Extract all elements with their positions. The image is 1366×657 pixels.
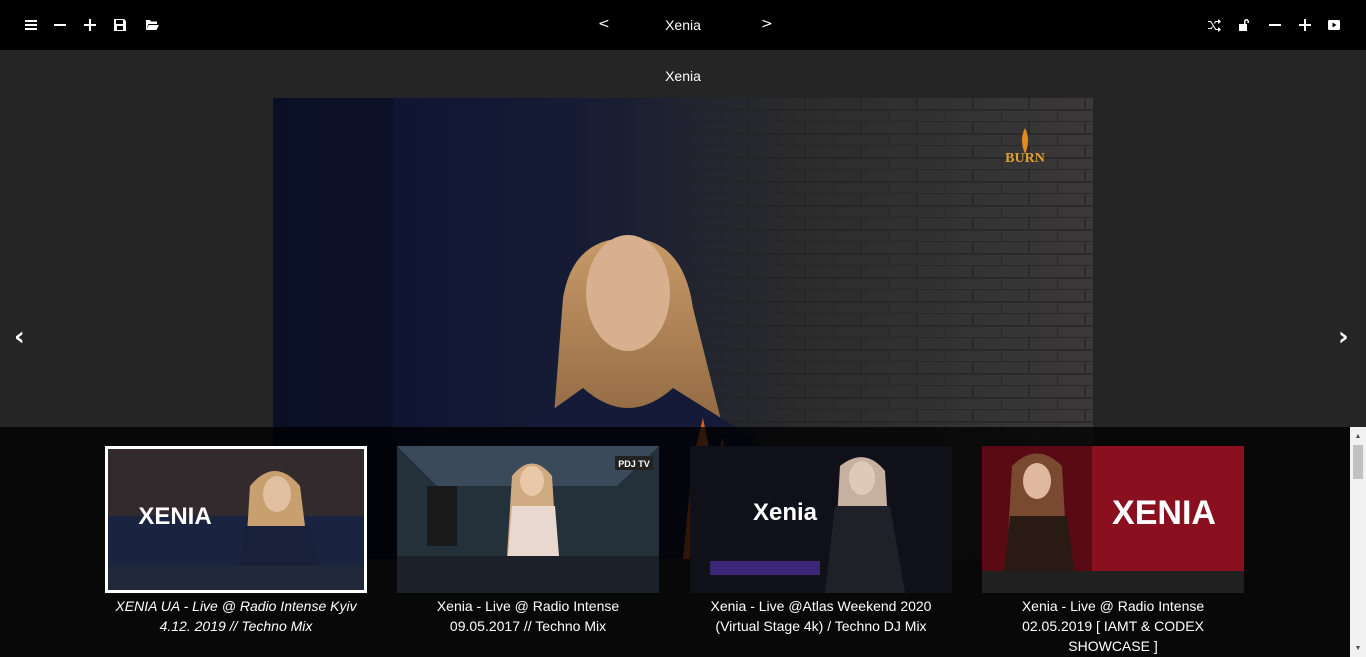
video-title: Xenia bbox=[665, 68, 701, 84]
next-video-button[interactable]: › bbox=[1338, 322, 1349, 352]
folder-open-icon[interactable] bbox=[142, 15, 162, 35]
thumbnail-item[interactable]: XENIA XENIA UA - Live @ Radio Intense Ky… bbox=[105, 446, 367, 636]
prev-playlist-button[interactable]: < bbox=[598, 16, 610, 32]
thumbnail-item[interactable]: PDJ TV Xenia - Live @ Radio Intense 09.0… bbox=[397, 446, 659, 636]
svg-text:XENIA: XENIA bbox=[138, 503, 211, 530]
thumbnail-item[interactable]: XENIA Xenia - Live @ Radio Intense 02.05… bbox=[982, 446, 1244, 656]
youtube-icon[interactable] bbox=[1324, 15, 1344, 35]
zoom-in-icon[interactable] bbox=[80, 15, 100, 35]
svg-text:XENIA: XENIA bbox=[1112, 494, 1216, 532]
scroll-up-arrow-icon[interactable]: ▲ bbox=[1350, 429, 1366, 443]
thumbnail-scrollbar[interactable]: ▲ ▼ bbox=[1350, 427, 1366, 657]
increase-icon[interactable] bbox=[1295, 15, 1315, 35]
scroll-thumb[interactable] bbox=[1353, 445, 1363, 479]
thumbnail-caption: Xenia - Live @ Radio Intense 09.05.2017 … bbox=[436, 598, 620, 634]
decrease-icon[interactable] bbox=[1265, 15, 1285, 35]
save-icon[interactable] bbox=[110, 15, 130, 35]
top-toolbar: < Xenia > bbox=[0, 0, 1366, 50]
svg-text:PDJ TV: PDJ TV bbox=[618, 459, 650, 469]
thumbnail-caption: XENIA UA - Live @ Radio Intense Kyiv 4.1… bbox=[115, 598, 357, 634]
playlist-title: Xenia bbox=[665, 17, 701, 33]
burn-logo: BURN bbox=[1005, 151, 1045, 166]
thumbnail-caption: Xenia - Live @Atlas Weekend 2020 (Virtua… bbox=[710, 598, 932, 634]
thumbnail-item[interactable]: Xenia Xenia - Live @Atlas Weekend 2020 (… bbox=[690, 446, 952, 636]
svg-text:Xenia: Xenia bbox=[753, 499, 818, 526]
thumbnail-image: Xenia bbox=[690, 446, 952, 593]
next-playlist-button[interactable]: > bbox=[761, 16, 773, 32]
shuffle-icon[interactable] bbox=[1204, 15, 1224, 35]
thumbnail-image: XENIA bbox=[982, 446, 1244, 593]
prev-video-button[interactable]: ‹ bbox=[14, 322, 25, 352]
thumbnail-image: XENIA bbox=[105, 446, 367, 593]
menu-icon[interactable] bbox=[21, 15, 41, 35]
scroll-down-arrow-icon[interactable]: ▼ bbox=[1350, 641, 1366, 655]
thumbnail-image: PDJ TV bbox=[397, 446, 659, 593]
zoom-out-icon[interactable] bbox=[50, 15, 70, 35]
unlock-icon[interactable] bbox=[1234, 15, 1254, 35]
thumbnail-caption: Xenia - Live @ Radio Intense 02.05.2019 … bbox=[1021, 598, 1205, 654]
